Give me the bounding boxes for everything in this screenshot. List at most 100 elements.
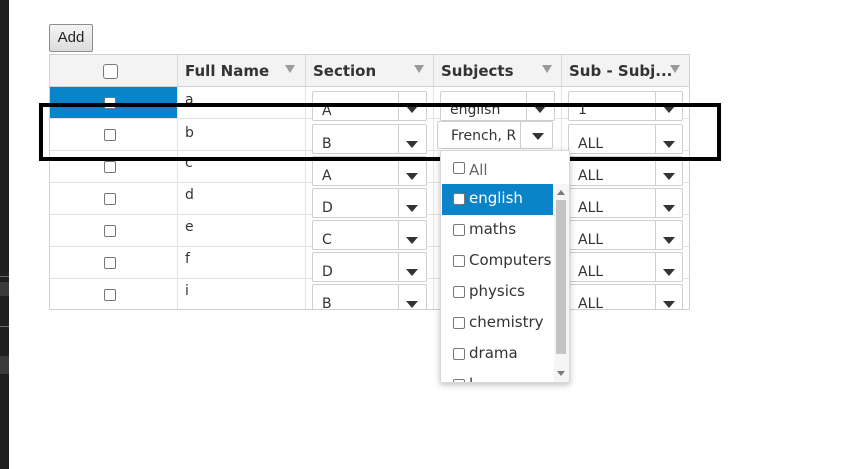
row-checkbox[interactable] <box>104 225 116 237</box>
option-checkbox[interactable] <box>453 224 465 236</box>
full-name-cell: d <box>178 183 306 214</box>
sub-subjects-value: ALL <box>578 232 604 248</box>
grid-header: Full Name Section Subjects Sub - Subj... <box>50 55 689 87</box>
section-value: A <box>322 168 332 184</box>
row-select-cell[interactable] <box>50 183 178 214</box>
header-sub-subjects[interactable]: Sub - Subj... <box>562 55 689 86</box>
table-row[interactable]: d D ALL <box>50 183 689 218</box>
sub-subjects-cell: ALL <box>562 215 689 250</box>
sub-subjects-dropdown[interactable]: ALL <box>568 252 683 282</box>
scrollbar-thumb[interactable] <box>556 200 566 354</box>
chevron-down-icon[interactable] <box>663 205 675 212</box>
header-full-name[interactable]: Full Name <box>178 55 306 86</box>
popup-option[interactable]: drama <box>442 339 553 370</box>
filter-icon[interactable] <box>285 65 295 73</box>
section-cell: D <box>306 183 434 218</box>
header-subjects[interactable]: Subjects <box>434 55 562 86</box>
section-value: C <box>322 232 332 248</box>
popup-option[interactable]: chemistry <box>442 308 553 339</box>
header-label: Full Name <box>185 62 270 80</box>
option-label: english <box>469 189 523 207</box>
highlight-annotation-box <box>39 103 721 161</box>
option-checkbox[interactable] <box>453 255 465 267</box>
popup-option[interactable]: physics <box>442 277 553 308</box>
sub-subjects-dropdown[interactable]: ALL <box>568 284 683 310</box>
popup-option[interactable]: Computers <box>442 246 553 277</box>
select-all-checkbox[interactable] <box>103 64 118 79</box>
row-checkbox[interactable] <box>104 161 116 173</box>
row-select-cell[interactable] <box>50 279 178 309</box>
section-dropdown[interactable]: B <box>312 284 427 310</box>
section-cell: D <box>306 247 434 282</box>
popup-scrollbar[interactable] <box>554 184 569 382</box>
scroll-up-arrow-icon[interactable] <box>557 190 565 195</box>
chevron-down-icon[interactable] <box>406 173 418 180</box>
popup-option[interactable]: maths <box>442 215 553 246</box>
full-name-cell: i <box>178 279 306 309</box>
sub-subjects-cell: ALL <box>562 183 689 218</box>
chevron-down-icon[interactable] <box>406 237 418 244</box>
full-name: d <box>185 187 194 203</box>
filter-icon[interactable] <box>542 65 552 73</box>
header-select-all-cell <box>50 55 178 86</box>
chevron-down-icon[interactable] <box>406 269 418 276</box>
row-checkbox[interactable] <box>104 257 116 269</box>
section-value: D <box>322 264 333 280</box>
sub-subjects-dropdown[interactable]: ALL <box>568 220 683 250</box>
option-checkbox[interactable] <box>453 379 465 382</box>
chevron-down-icon[interactable] <box>663 237 675 244</box>
option-label: All <box>469 161 488 179</box>
option-checkbox[interactable] <box>453 162 465 174</box>
popup-option[interactable]: l <box>442 370 553 382</box>
table-row[interactable]: e C ALL <box>50 215 689 250</box>
table-row[interactable]: f D ALL <box>50 247 689 282</box>
section-value: B <box>322 296 332 310</box>
header-label: Subjects <box>441 62 514 80</box>
table-row[interactable]: i B ALL <box>50 279 689 310</box>
filter-icon[interactable] <box>414 65 424 73</box>
header-label: Section <box>313 62 377 80</box>
chevron-down-icon[interactable] <box>663 269 675 276</box>
option-checkbox[interactable] <box>453 348 465 360</box>
section-dropdown[interactable]: D <box>312 188 427 218</box>
option-label: physics <box>469 282 525 300</box>
option-checkbox[interactable] <box>453 193 465 205</box>
header-section[interactable]: Section <box>306 55 434 86</box>
option-label: maths <box>469 220 517 238</box>
sub-subjects-value: ALL <box>578 296 604 310</box>
option-checkbox[interactable] <box>453 286 465 298</box>
sub-subjects-dropdown[interactable]: ALL <box>568 188 683 218</box>
full-name: i <box>185 283 189 299</box>
sub-subjects-cell: ALL <box>562 279 689 310</box>
subjects-multiselect-popup[interactable]: All english maths Computers physics chem… <box>440 150 570 383</box>
full-name-cell: e <box>178 215 306 246</box>
section-dropdown[interactable]: D <box>312 252 427 282</box>
row-select-cell[interactable] <box>50 215 178 246</box>
chevron-down-icon[interactable] <box>406 301 418 308</box>
header-label: Sub - Subj... <box>569 62 673 80</box>
filter-icon[interactable] <box>670 65 680 73</box>
option-checkbox[interactable] <box>453 317 465 329</box>
popup-option[interactable]: All <box>442 153 553 181</box>
full-name: e <box>185 219 194 235</box>
full-name-cell: f <box>178 247 306 278</box>
sub-subjects-cell: ALL <box>562 247 689 282</box>
scroll-down-arrow-icon[interactable] <box>557 371 565 376</box>
option-label: Computers <box>469 251 552 269</box>
section-cell: B <box>306 279 434 310</box>
option-label: chemistry <box>469 313 544 331</box>
section-cell: C <box>306 215 434 250</box>
chevron-down-icon[interactable] <box>663 173 675 180</box>
row-select-cell[interactable] <box>50 247 178 278</box>
add-button[interactable]: Add <box>49 24 93 52</box>
popup-option[interactable]: english <box>442 184 553 215</box>
full-name: f <box>185 251 190 267</box>
row-checkbox[interactable] <box>104 193 116 205</box>
chevron-down-icon[interactable] <box>406 205 418 212</box>
section-dropdown[interactable]: C <box>312 220 427 250</box>
sub-subjects-value: ALL <box>578 264 604 280</box>
option-label: drama <box>469 344 518 362</box>
row-checkbox[interactable] <box>104 289 116 301</box>
chevron-down-icon[interactable] <box>663 301 675 308</box>
sub-subjects-value: ALL <box>578 168 604 184</box>
